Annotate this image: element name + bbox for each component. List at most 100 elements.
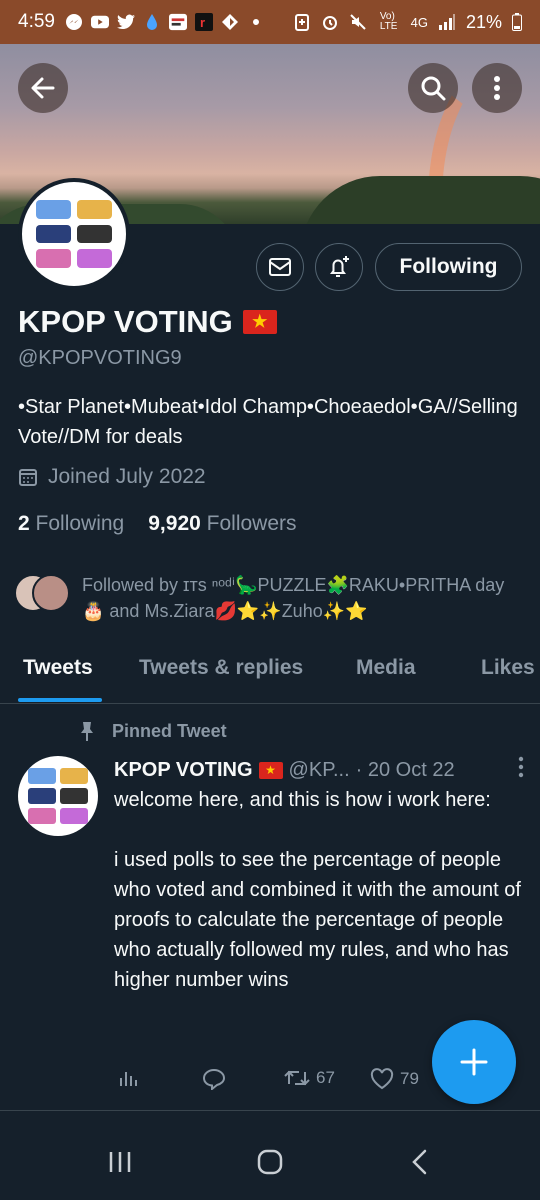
profile-tabs: Tweets Tweets & replies Media Likes — [0, 640, 540, 704]
following-count: 2 — [18, 512, 30, 535]
tab-tweets-replies[interactable]: Tweets & replies — [139, 656, 303, 680]
avatar-logo-tile — [77, 224, 112, 244]
avatar-logo-tile — [28, 788, 56, 804]
joined-date: Joined July 2022 — [48, 465, 206, 488]
compose-tweet-button[interactable] — [432, 1020, 516, 1104]
tab-media[interactable]: Media — [356, 656, 416, 680]
vietnam-flag-icon — [258, 761, 283, 779]
battery-saver-icon — [293, 13, 311, 31]
vietnam-flag-icon — [242, 310, 277, 334]
avatar-logo-tile — [28, 768, 56, 784]
retweet-count: 67 — [316, 1068, 335, 1087]
messenger-icon — [65, 13, 83, 31]
more-vertical-icon — [494, 76, 500, 100]
tweet-actions: 67 79 — [114, 1068, 434, 1098]
system-status: Vo) LTE 4G 21% — [293, 12, 522, 33]
profile-name: KPOP VOTING — [18, 304, 233, 339]
search-button[interactable] — [408, 63, 458, 113]
avatar-logo-tile — [60, 808, 88, 824]
home-icon — [257, 1149, 283, 1175]
follower-avatar — [32, 574, 70, 612]
analytics-icon — [120, 1072, 137, 1086]
avatar-logo-tile — [36, 249, 71, 268]
recent-apps-button[interactable] — [100, 1142, 140, 1182]
volte-icon: Vo) LTE — [379, 11, 398, 32]
message-button[interactable] — [256, 243, 304, 291]
battery-percent: 21% — [465, 11, 502, 32]
avatar-logo-tile — [60, 788, 88, 804]
back-button[interactable] — [18, 63, 68, 113]
twitter-icon — [116, 13, 135, 31]
profile-handle: @KPOPVOTING9 — [18, 347, 182, 369]
tweet-body[interactable]: welcome here, and this is how i work her… — [114, 785, 524, 995]
profile-bio: •Star Planet•Mubeat•Idol Champ•Choeaedol… — [18, 396, 518, 448]
heart-icon — [370, 1068, 394, 1090]
follow-stats: 2 Following 9,920 Followers — [18, 512, 297, 536]
back-arrow-icon — [31, 77, 55, 99]
avatar-logo-tile — [36, 224, 71, 244]
search-icon — [421, 76, 446, 101]
tweet-more-button[interactable] — [518, 756, 524, 784]
more-options-button[interactable] — [472, 63, 522, 113]
bell-plus-icon — [330, 256, 349, 277]
status-bar: 4:59 r Vo) LTE 4G 21% — [0, 0, 540, 44]
tweet-date[interactable]: · 20 Oct 22 — [356, 759, 455, 782]
pinned-label-row: Pinned Tweet — [78, 720, 227, 742]
tab-likes[interactable]: Likes — [481, 656, 535, 680]
avatar-logo-tile — [77, 249, 112, 268]
avatar-logo-tile — [36, 200, 71, 219]
reply-button[interactable] — [202, 1068, 226, 1090]
like-count: 79 — [400, 1069, 419, 1088]
reply-icon — [202, 1068, 226, 1090]
network-type: 4G — [410, 14, 428, 30]
following-stat[interactable]: 2 Following — [18, 512, 124, 536]
back-nav-button[interactable] — [400, 1142, 440, 1182]
battery-icon — [512, 13, 522, 31]
drop-icon — [143, 13, 161, 31]
banner-hill — [300, 176, 540, 224]
tab-tweets[interactable]: Tweets — [23, 656, 93, 680]
pinned-label: Pinned Tweet — [112, 720, 227, 741]
avatar-logo-tile — [77, 200, 112, 219]
like-button[interactable]: 79 — [370, 1068, 419, 1090]
alarm-icon — [321, 13, 339, 31]
followers-count: 9,920 — [148, 512, 201, 535]
followers-stat[interactable]: 9,920 Followers — [148, 512, 296, 536]
followed-by-text: Followed by ɪᴛs ⁿᵒᵈⁱ🦕PUZZLE🧩RAKU•PRITHA … — [82, 575, 505, 621]
envelope-icon — [269, 258, 291, 276]
back-chevron-icon — [412, 1149, 427, 1175]
tweet-author-handle[interactable]: @KP... — [289, 759, 350, 782]
joined-date-row: Joined July 2022 — [18, 465, 206, 489]
active-tab-indicator — [18, 698, 102, 702]
followed-by-avatars — [14, 572, 72, 612]
tweet-author-name[interactable]: KPOP VOTING — [114, 759, 253, 782]
tweet-divider — [0, 1110, 540, 1111]
followers-label: Followers — [206, 512, 297, 535]
profile-avatar[interactable] — [18, 178, 130, 290]
tweet-header: KPOP VOTING @KP... · 20 Oct 22 — [114, 756, 524, 784]
plus-icon — [460, 1048, 488, 1076]
home-button[interactable] — [250, 1142, 290, 1182]
following-button[interactable]: Following — [375, 243, 522, 291]
calendar-icon — [19, 469, 37, 486]
diamond-icon — [221, 13, 239, 31]
more-notifications-dot-icon — [247, 13, 265, 31]
pin-icon — [81, 722, 93, 741]
more-vertical-icon — [518, 756, 524, 778]
r-app-icon: r — [194, 13, 213, 31]
notify-button[interactable] — [315, 243, 363, 291]
profile-name-row: KPOP VOTING — [18, 304, 277, 340]
retweet-icon — [284, 1070, 310, 1086]
followed-by-row[interactable]: Followed by ɪᴛs ⁿᵒᵈⁱ🦕PUZZLE🧩RAKU•PRITHA … — [14, 572, 524, 624]
signal-icon — [438, 13, 456, 31]
retweet-button[interactable]: 67 — [284, 1068, 335, 1088]
following-label: Following — [35, 512, 125, 535]
tweet-author-avatar[interactable] — [18, 756, 98, 836]
notification-icons: r — [65, 13, 265, 31]
svg-text:r: r — [200, 15, 205, 30]
analytics-button[interactable] — [118, 1068, 138, 1088]
status-time: 4:59 — [18, 11, 55, 32]
app-badge-icon — [168, 13, 187, 31]
recent-apps-icon — [109, 1152, 131, 1172]
system-nav-bar — [0, 1112, 540, 1200]
